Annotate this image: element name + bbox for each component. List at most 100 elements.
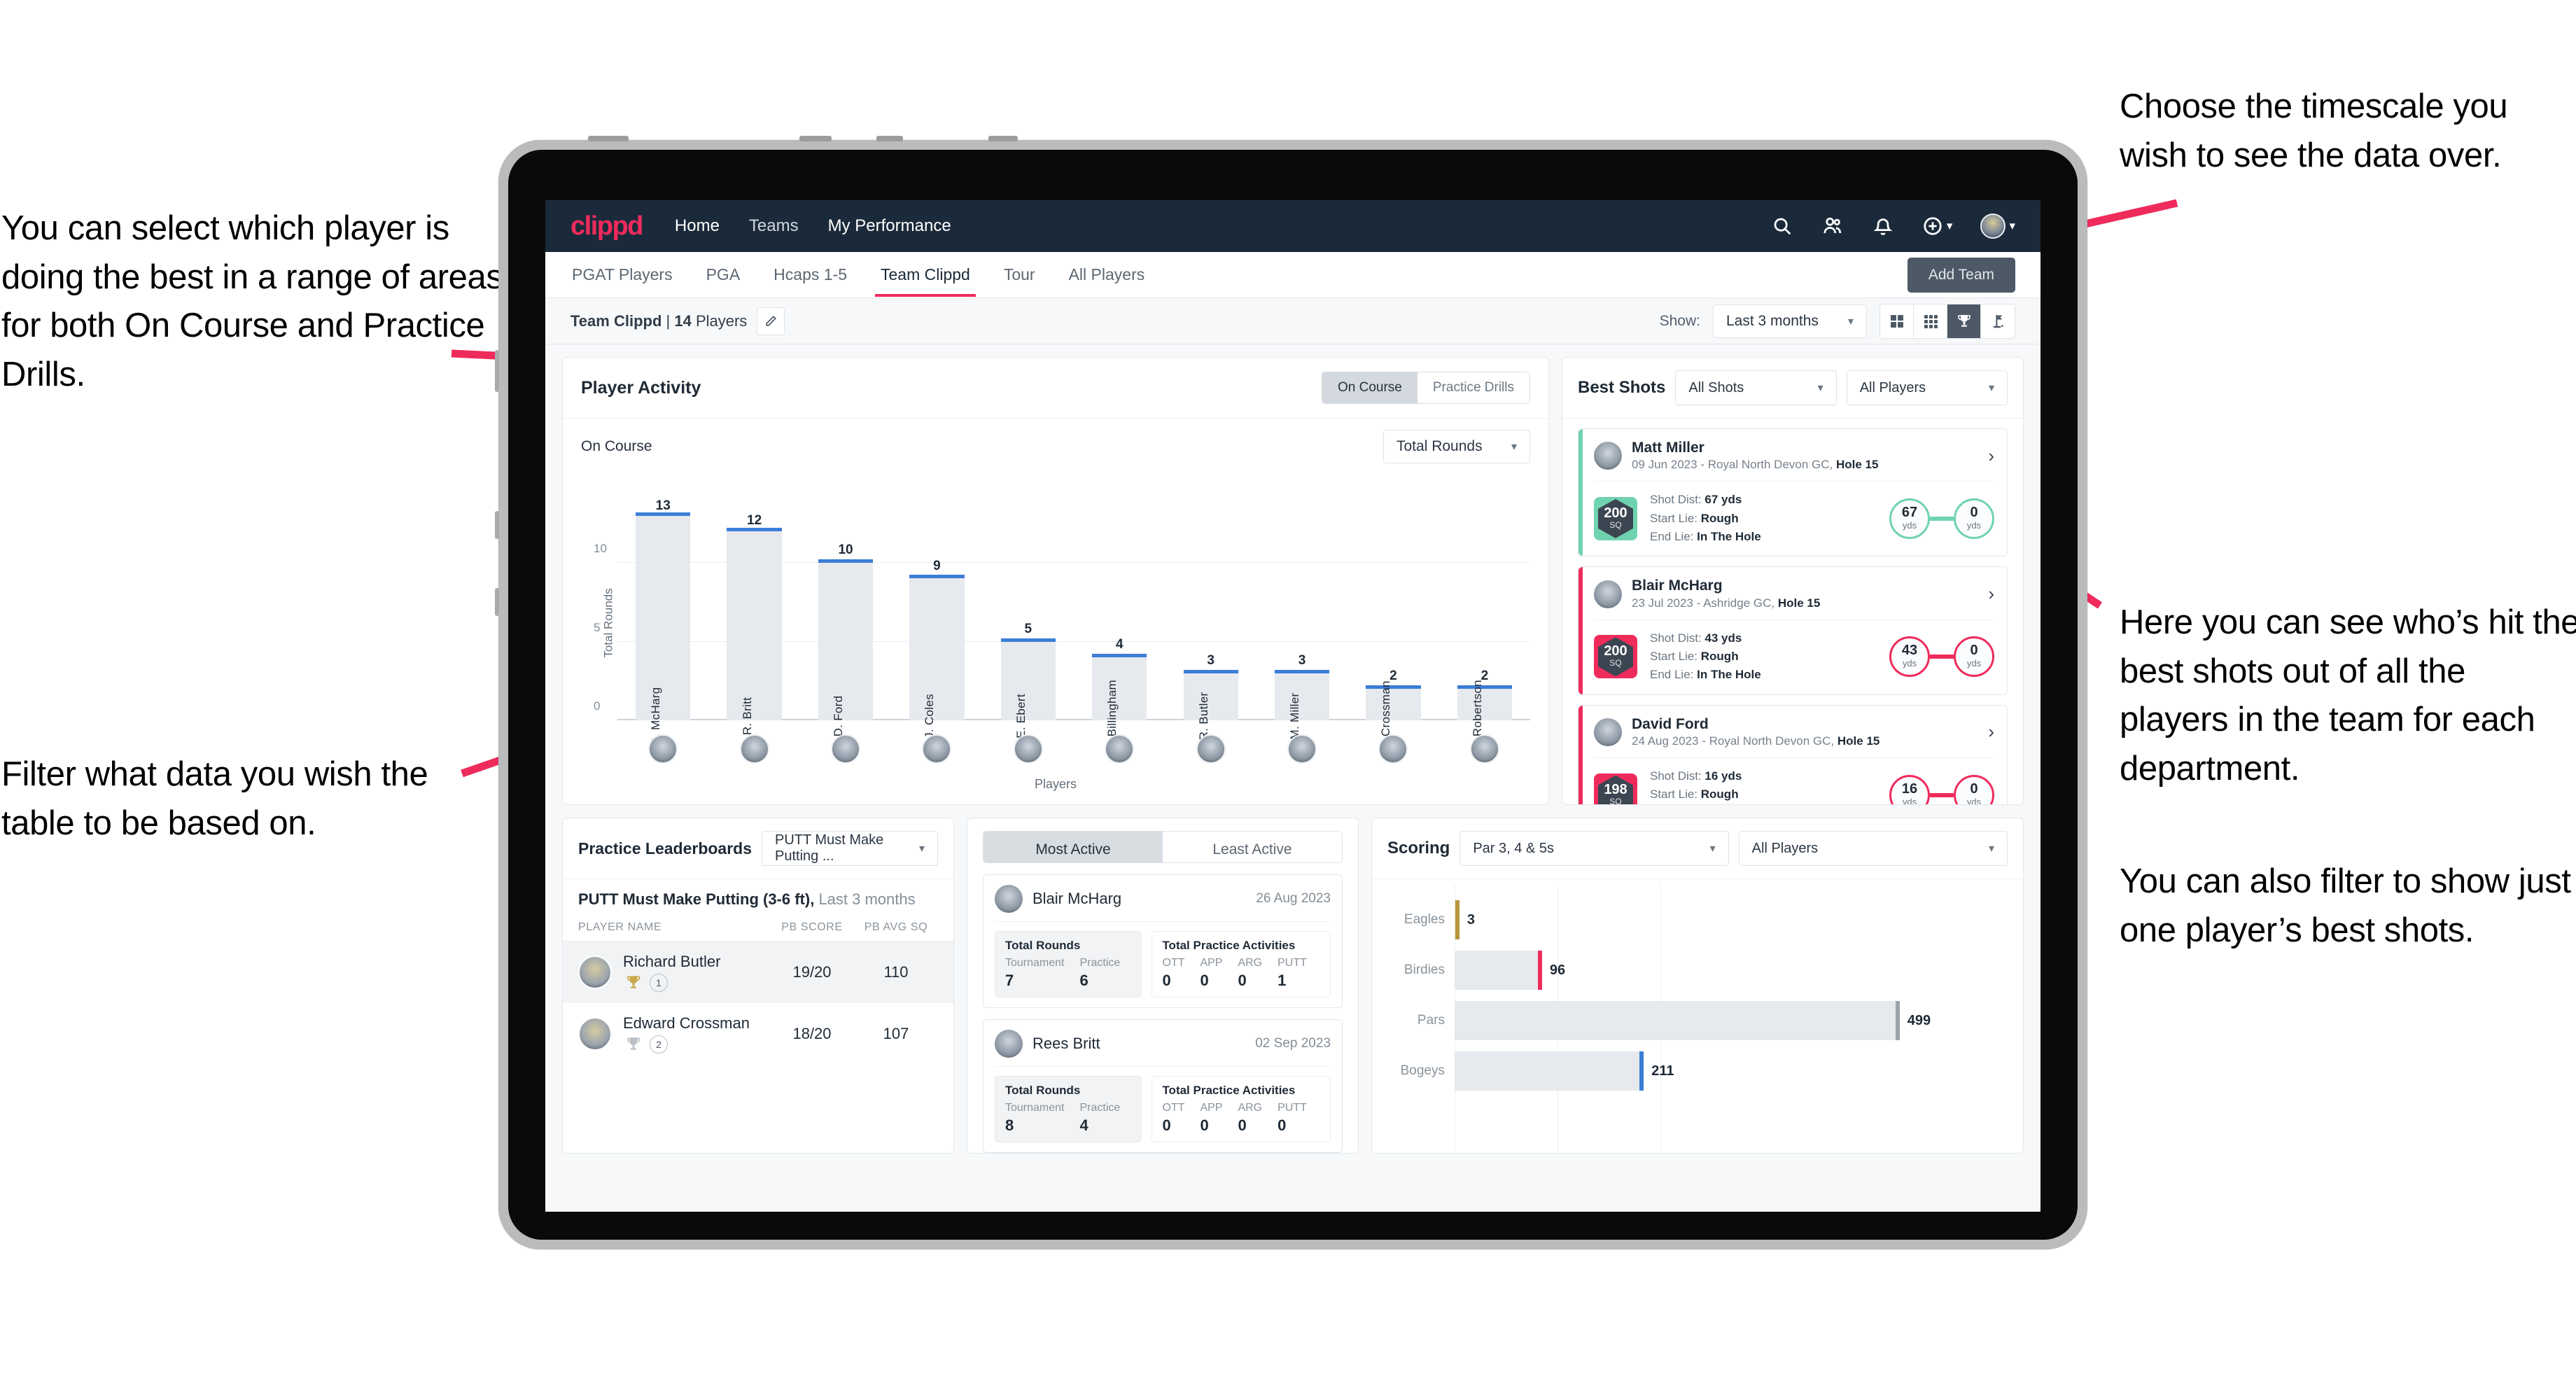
- player-avatar[interactable]: [1287, 734, 1317, 764]
- best-shot-card[interactable]: Blair McHarg 23 Jul 2023 - Ashridge GC, …: [1578, 566, 2008, 695]
- player-avatar[interactable]: [831, 734, 861, 764]
- nav-link-teams[interactable]: Teams: [749, 216, 799, 236]
- scoring-category-label: Birdies: [1404, 962, 1445, 977]
- best-shot-details: Shot Dist: 43 yds Start Lie: Rough End L…: [1650, 629, 1761, 685]
- tab-team-clippd[interactable]: Team Clippd: [875, 253, 976, 297]
- distance-to-unit: yds: [1966, 658, 1982, 669]
- best-shot-hole: Hole 15: [1835, 458, 1879, 472]
- player-avatar[interactable]: [1469, 734, 1499, 764]
- timescale-select[interactable]: Last 3 months ▾: [1713, 304, 1867, 338]
- view-toggle-trophy[interactable]: [1947, 304, 1981, 338]
- user-avatar-menu[interactable]: ▾: [1980, 214, 2015, 239]
- view-toggle-grid-2x2[interactable]: [1880, 304, 1914, 338]
- best-shots-player-select[interactable]: All Players ▾: [1846, 370, 2008, 405]
- col-pb-avg-sq: PB AVG SQ: [864, 921, 928, 933]
- scoring-player-select[interactable]: All Players ▾: [1738, 831, 2008, 866]
- activity-player-card[interactable]: Rees Britt 02 Sep 2023 Total Rounds Tour…: [983, 1019, 1343, 1153]
- rounds-value: 7: [1005, 972, 1014, 989]
- best-shot-meta: 24 Aug 2023 - Royal North Devon GC, Hole…: [1632, 734, 1879, 749]
- total-rounds-values: Tournament 8 Practice 4: [1005, 1102, 1131, 1135]
- chevron-right-icon[interactable]: ›: [1988, 721, 1994, 743]
- shot-quality-badge: 200 SQ: [1594, 496, 1637, 540]
- bar: M. Miller: [1274, 669, 1330, 739]
- shot-quality-unit: SQ: [1609, 520, 1622, 531]
- player-avatar[interactable]: [1013, 734, 1043, 764]
- drill-select[interactable]: PUTT Must Make Putting ... ▾: [762, 831, 938, 866]
- chevron-down-icon: ▾: [1511, 441, 1517, 453]
- distance-from-unit: yds: [1902, 796, 1917, 804]
- hexagon-icon: 198 SQ: [1598, 775, 1633, 804]
- shot-type-value: All Shots: [1688, 379, 1744, 396]
- best-shot-card[interactable]: David Ford 24 Aug 2023 - Royal North Dev…: [1578, 704, 2008, 804]
- chevron-down-icon: ▾: [1988, 382, 1995, 394]
- player-avatar[interactable]: [739, 734, 769, 764]
- scoring-header: Scoring Par 3, 4 & 5s ▾ All Players ▾: [1372, 818, 2023, 878]
- accent-bar: [1578, 705, 1583, 804]
- player-avatar[interactable]: [922, 734, 952, 764]
- add-team-button[interactable]: Add Team: [1907, 258, 2015, 293]
- best-shot-body: 200 SQ Shot Dist: 43 yds Start Lie: Roug…: [1594, 620, 1994, 685]
- plus-circle-icon[interactable]: ▾: [1922, 215, 1952, 237]
- view-toggle-grid-3x3[interactable]: [1914, 304, 1947, 338]
- practice-leaderboards-header: Practice Leaderboards PUTT Must Make Put…: [563, 818, 953, 878]
- nav-link-my-performance[interactable]: My Performance: [828, 216, 951, 236]
- chevron-right-icon[interactable]: ›: [1988, 583, 1994, 605]
- shot-type-select[interactable]: All Shots ▾: [1675, 370, 1837, 405]
- metric-select[interactable]: Total Rounds ▾: [1383, 430, 1530, 463]
- practice-key: OTT: [1162, 1102, 1185, 1114]
- best-shots-list: Matt Miller 09 Jun 2023 - Royal North De…: [1562, 418, 2023, 804]
- tab-pgat-players[interactable]: PGAT Players: [570, 253, 674, 297]
- segment-on-course[interactable]: On Course: [1322, 372, 1418, 403]
- practice-leaderboards-card: Practice Leaderboards PUTT Must Make Put…: [562, 818, 954, 1154]
- player-activity-card: Player Activity On Course Practice Drill…: [562, 357, 1549, 805]
- player-avatar[interactable]: [648, 734, 678, 764]
- par-select[interactable]: Par 3, 4 & 5s ▾: [1460, 831, 1729, 866]
- best-shot-meta: 23 Jul 2023 - Ashridge GC, Hole 15: [1632, 596, 1820, 611]
- filter-bar: Team Clippd | 14 Players Show: Last 3 mo…: [545, 298, 2040, 344]
- bar-column: 10 D. Ford: [800, 500, 891, 736]
- tab-least-active[interactable]: Least Active: [1163, 832, 1342, 862]
- leaderboard-row[interactable]: Richard Butler 1 19/20 110: [563, 941, 953, 1003]
- tab-pga[interactable]: PGA: [705, 253, 742, 297]
- bar-tip: [1895, 1000, 1900, 1041]
- practice-activities-title: Total Practice Activities: [1162, 1084, 1296, 1097]
- player-avatar[interactable]: [1105, 734, 1135, 764]
- chevron-down-icon: ▾: [1709, 843, 1716, 855]
- bar-value: 9: [933, 559, 941, 574]
- nav-link-home[interactable]: Home: [675, 216, 720, 236]
- search-icon[interactable]: [1771, 215, 1793, 237]
- tab-hcaps-1-5[interactable]: Hcaps 1-5: [772, 253, 848, 297]
- edit-pencil-icon[interactable]: [757, 307, 785, 335]
- device-button-1: [588, 136, 629, 141]
- bar-cap: [1366, 685, 1421, 689]
- tab-most-active[interactable]: Most Active: [983, 832, 1163, 862]
- tab-all-players[interactable]: All Players: [1068, 253, 1147, 297]
- bell-icon[interactable]: [1872, 215, 1894, 237]
- chevron-right-icon[interactable]: ›: [1988, 445, 1994, 467]
- scoring-category-label: Pars: [1417, 1013, 1445, 1028]
- view-toggle-golf-flag[interactable]: [1981, 304, 2015, 338]
- leaderboard-pb-score: 19/20: [792, 963, 832, 981]
- player-avatar[interactable]: [1196, 734, 1226, 764]
- avatar: [1594, 442, 1622, 470]
- people-icon[interactable]: [1821, 215, 1844, 237]
- leaderboard-row[interactable]: Edward Crossman 2 18/20 107: [563, 1003, 953, 1065]
- practice-value: 0: [1238, 1116, 1247, 1134]
- tab-tour[interactable]: Tour: [1002, 253, 1037, 297]
- distance-to: 0 yds: [1954, 636, 1994, 678]
- shot-quality-value: 200: [1604, 505, 1628, 522]
- segment-practice-drills[interactable]: Practice Drills: [1417, 372, 1530, 403]
- chart-bars: 13 B. McHarg 12 R. Britt 10 D. Ford 9 J. Col…: [617, 498, 1530, 752]
- distance-to-unit: yds: [1966, 519, 1982, 531]
- best-shot-card[interactable]: Matt Miller 09 Jun 2023 - Royal North De…: [1578, 428, 2008, 557]
- bar-cap: [1274, 669, 1330, 673]
- clippd-logo[interactable]: clippd: [570, 211, 643, 241]
- par-value: Par 3, 4 & 5s: [1473, 840, 1554, 856]
- bar-column: 5 E. Ebert: [983, 500, 1074, 738]
- end-lie-value: In The Hole: [1697, 668, 1761, 682]
- chevron-down-icon: ▾: [1988, 843, 1994, 855]
- players-word: Players: [691, 312, 748, 330]
- activity-player-card[interactable]: Blair McHarg 26 Aug 2023 Total Rounds To…: [983, 874, 1343, 1008]
- avatar: [578, 1017, 612, 1051]
- player-avatar[interactable]: [1378, 734, 1408, 764]
